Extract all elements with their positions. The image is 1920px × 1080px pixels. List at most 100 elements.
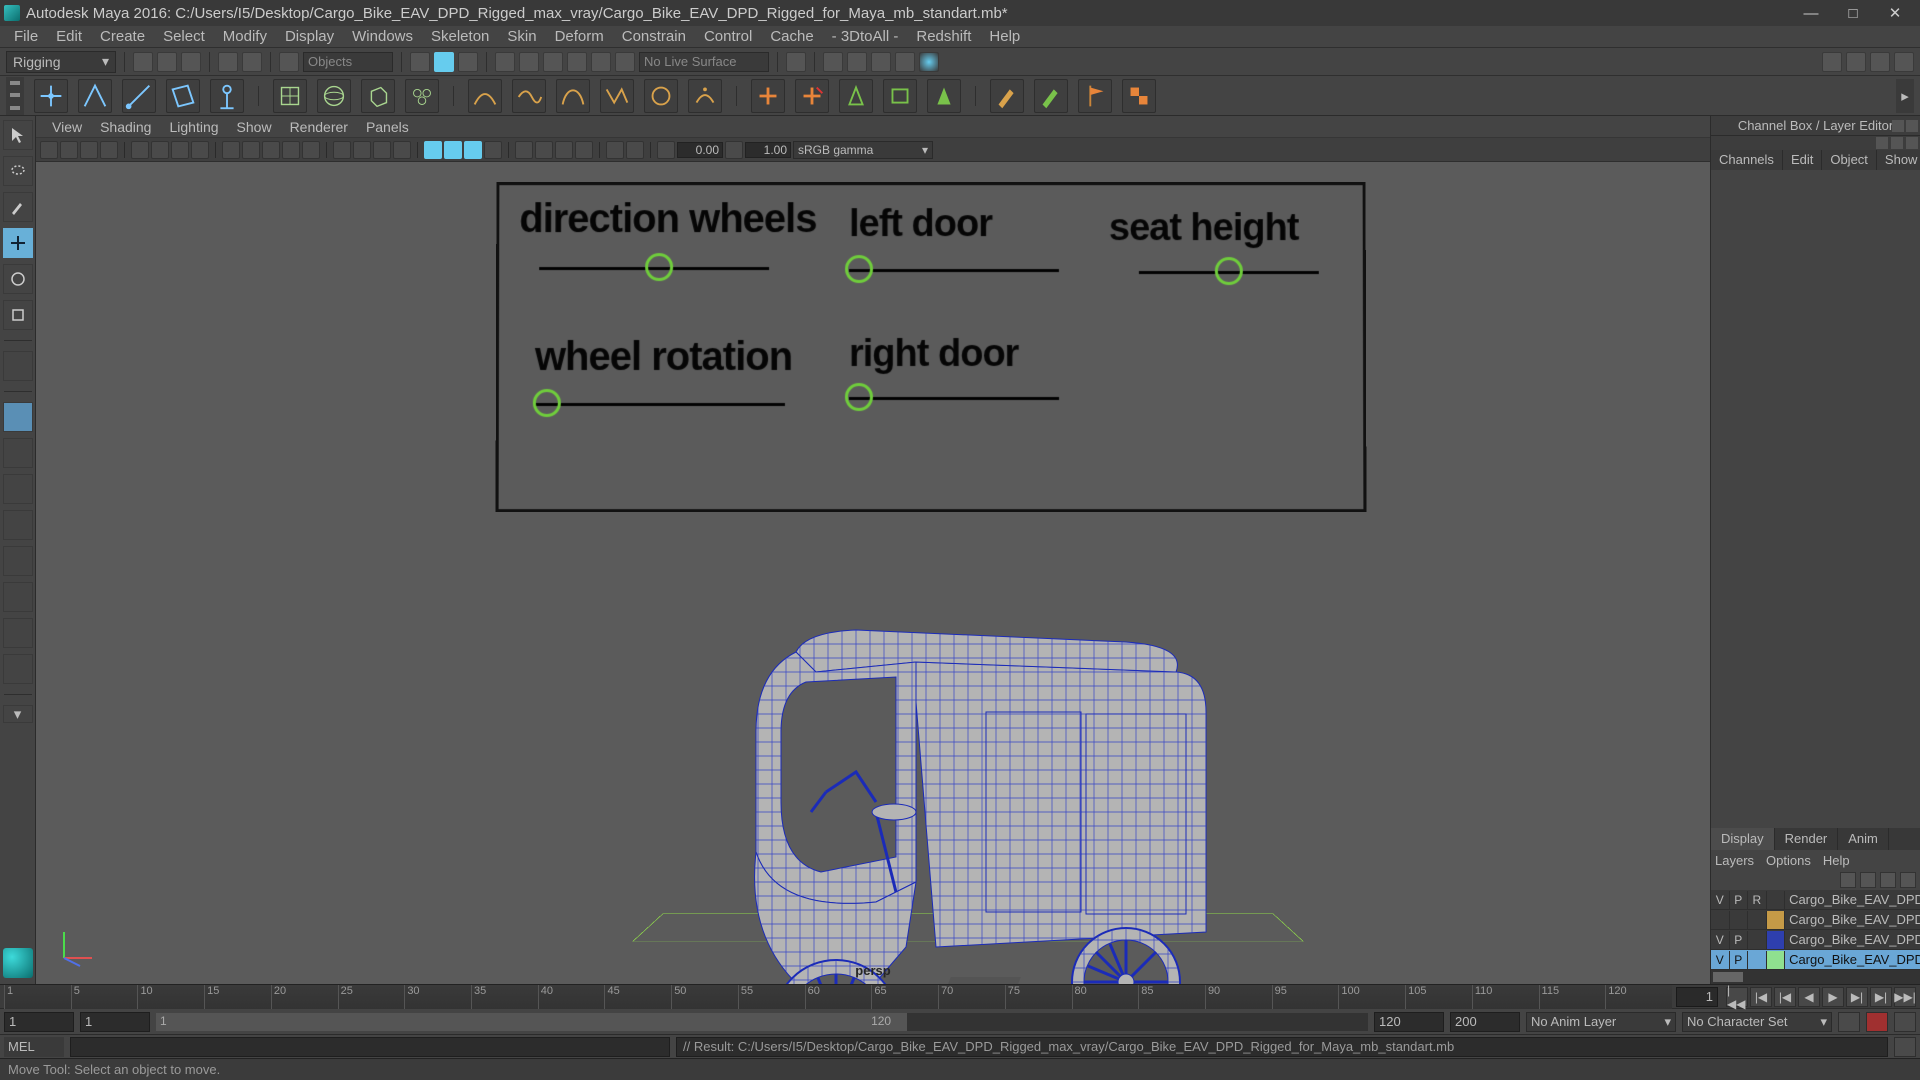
vp-ao-icon[interactable] xyxy=(484,141,502,159)
vp-menu-renderer[interactable]: Renderer xyxy=(282,118,356,136)
shelf-paint-1-icon[interactable] xyxy=(990,79,1024,113)
vp-safe-title-icon[interactable] xyxy=(302,141,320,159)
shelf-face-icon[interactable] xyxy=(166,79,200,113)
go-to-start-button[interactable]: |◀◀ xyxy=(1726,987,1748,1007)
menu-edit[interactable]: Edit xyxy=(48,26,90,47)
menu-select[interactable]: Select xyxy=(155,26,213,47)
viewport-3d[interactable]: direction wheels left door seat height w… xyxy=(36,162,1710,984)
step-forward-button[interactable]: ▶| xyxy=(1870,987,1892,1007)
layer-tab-display[interactable]: Display xyxy=(1711,828,1775,850)
vp-film-gate-icon[interactable] xyxy=(191,141,209,159)
time-slider[interactable]: 1510152025303540455055606570758085909510… xyxy=(0,984,1920,1008)
render-frame-icon[interactable] xyxy=(823,52,843,72)
open-scene-icon[interactable] xyxy=(157,52,177,72)
shelf-ik-1-icon[interactable] xyxy=(839,79,873,113)
shelf-lattice-icon[interactable] xyxy=(273,79,307,113)
rp-pin-icon[interactable] xyxy=(1892,120,1904,132)
make-live-icon[interactable] xyxy=(615,52,635,72)
layer-new-empty-icon[interactable] xyxy=(1880,872,1896,888)
vp-use-lights-icon[interactable] xyxy=(464,141,482,159)
rig-handle-right-door[interactable] xyxy=(845,383,873,411)
layer-color-swatch[interactable] xyxy=(1767,891,1786,909)
vp-xray-icon[interactable] xyxy=(606,141,624,159)
vp-2d-pan-icon[interactable] xyxy=(131,141,149,159)
select-by-component-icon[interactable] xyxy=(458,52,478,72)
vp-wire-on-shaded-icon[interactable] xyxy=(424,141,442,159)
layer-move-down-icon[interactable] xyxy=(1860,872,1876,888)
ipr-render-icon[interactable] xyxy=(847,52,867,72)
vp-xray-joints-icon[interactable] xyxy=(626,141,644,159)
rotate-tool-button[interactable] xyxy=(3,264,33,294)
menu-help[interactable]: Help xyxy=(981,26,1028,47)
layer-color-swatch[interactable] xyxy=(1767,911,1786,929)
vp-grease-pencil-icon[interactable] xyxy=(151,141,169,159)
layer-row[interactable]: VPR Cargo_Bike_EAV_DPD_ xyxy=(1711,890,1920,910)
layer-row[interactable]: VP Cargo_Bike_EAV_DPD_ xyxy=(1711,950,1920,970)
shelf-curve-3-icon[interactable] xyxy=(556,79,590,113)
vp-menu-shading[interactable]: Shading xyxy=(92,118,159,136)
vp-select-camera-icon[interactable] xyxy=(40,141,58,159)
select-by-object-icon[interactable] xyxy=(434,52,454,72)
go-to-end-button[interactable]: ▶▶| xyxy=(1894,987,1916,1007)
panel-layout-1-icon[interactable] xyxy=(1822,52,1842,72)
lasso-tool-button[interactable] xyxy=(3,156,33,186)
panel-layout-2-icon[interactable] xyxy=(1846,52,1866,72)
range-start-outer-field[interactable]: 1 xyxy=(4,1012,74,1032)
shelf-checker-icon[interactable] xyxy=(1122,79,1156,113)
vp-depth-of-field-icon[interactable] xyxy=(555,141,573,159)
menu-skeleton[interactable]: Skeleton xyxy=(423,26,497,47)
cb-tab-channels[interactable]: Channels xyxy=(1711,150,1783,170)
shelf-edge-icon[interactable] xyxy=(78,79,112,113)
shelf-ik-2-icon[interactable] xyxy=(883,79,917,113)
current-frame-field[interactable]: 1 xyxy=(1676,987,1718,1007)
shelf-snap-center-icon[interactable] xyxy=(34,79,68,113)
shelf-tab-strip[interactable] xyxy=(6,77,24,115)
play-forward-button[interactable]: ▶ xyxy=(1822,987,1844,1007)
vp-image-plane-icon[interactable] xyxy=(100,141,118,159)
menu-create[interactable]: Create xyxy=(92,26,153,47)
layer-menu-layers[interactable]: Layers xyxy=(1715,853,1754,868)
vp-gamma-icon[interactable] xyxy=(725,141,743,159)
cb-tab-object[interactable]: Object xyxy=(1822,150,1877,170)
shelf-remove-icon[interactable] xyxy=(795,79,829,113)
menu-cache[interactable]: Cache xyxy=(762,26,821,47)
menu-display[interactable]: Display xyxy=(277,26,342,47)
shelf-curve-6-icon[interactable] xyxy=(688,79,722,113)
snap-curve-icon[interactable] xyxy=(519,52,539,72)
layer-new-selected-icon[interactable] xyxy=(1900,872,1916,888)
vp-menu-lighting[interactable]: Lighting xyxy=(161,118,226,136)
hypershade-icon[interactable] xyxy=(919,52,939,72)
layer-color-swatch[interactable] xyxy=(1767,931,1786,949)
layout-two-h-button[interactable] xyxy=(3,474,33,504)
select-tool-button[interactable] xyxy=(3,120,33,150)
prev-key-button[interactable]: |◀ xyxy=(1774,987,1796,1007)
undo-icon[interactable] xyxy=(218,52,238,72)
shelf-ik-3-icon[interactable] xyxy=(927,79,961,113)
range-start-inner-field[interactable]: 1 xyxy=(80,1012,150,1032)
snap-point-icon[interactable] xyxy=(543,52,563,72)
layer-tab-anim[interactable]: Anim xyxy=(1838,828,1889,850)
snap-grid-icon[interactable] xyxy=(495,52,515,72)
snap-plane-icon[interactable] xyxy=(567,52,587,72)
layer-menu-options[interactable]: Options xyxy=(1766,853,1811,868)
layout-four-button[interactable] xyxy=(3,438,33,468)
paint-select-tool-button[interactable] xyxy=(3,192,33,222)
panel-layout-3-icon[interactable] xyxy=(1870,52,1890,72)
time-slider-track[interactable]: 1510152025303540455055606570758085909510… xyxy=(4,985,1672,1009)
workspace-dropdown[interactable]: Rigging▾ xyxy=(6,51,116,73)
range-end-inner-field[interactable]: 120 xyxy=(1374,1012,1444,1032)
step-back-button[interactable]: |◀ xyxy=(1750,987,1772,1007)
snap-live-icon[interactable] xyxy=(591,52,611,72)
render-view-icon[interactable] xyxy=(895,52,915,72)
window-maximize-button[interactable]: □ xyxy=(1832,0,1874,26)
layout-more-button[interactable]: ▾ xyxy=(3,705,33,723)
vp-exposure-icon[interactable] xyxy=(657,141,675,159)
shelf-paint-2-icon[interactable] xyxy=(1034,79,1068,113)
layout-single-button[interactable] xyxy=(3,402,33,432)
vp-camera-attr-icon[interactable] xyxy=(60,141,78,159)
vp-bookmark-icon[interactable] xyxy=(80,141,98,159)
layer-row[interactable]: Cargo_Bike_EAV_DPD_ xyxy=(1711,910,1920,930)
rig-handle-seat-height[interactable] xyxy=(1215,257,1243,285)
new-scene-icon[interactable] xyxy=(133,52,153,72)
rig-slider-right-door[interactable] xyxy=(849,397,1059,400)
